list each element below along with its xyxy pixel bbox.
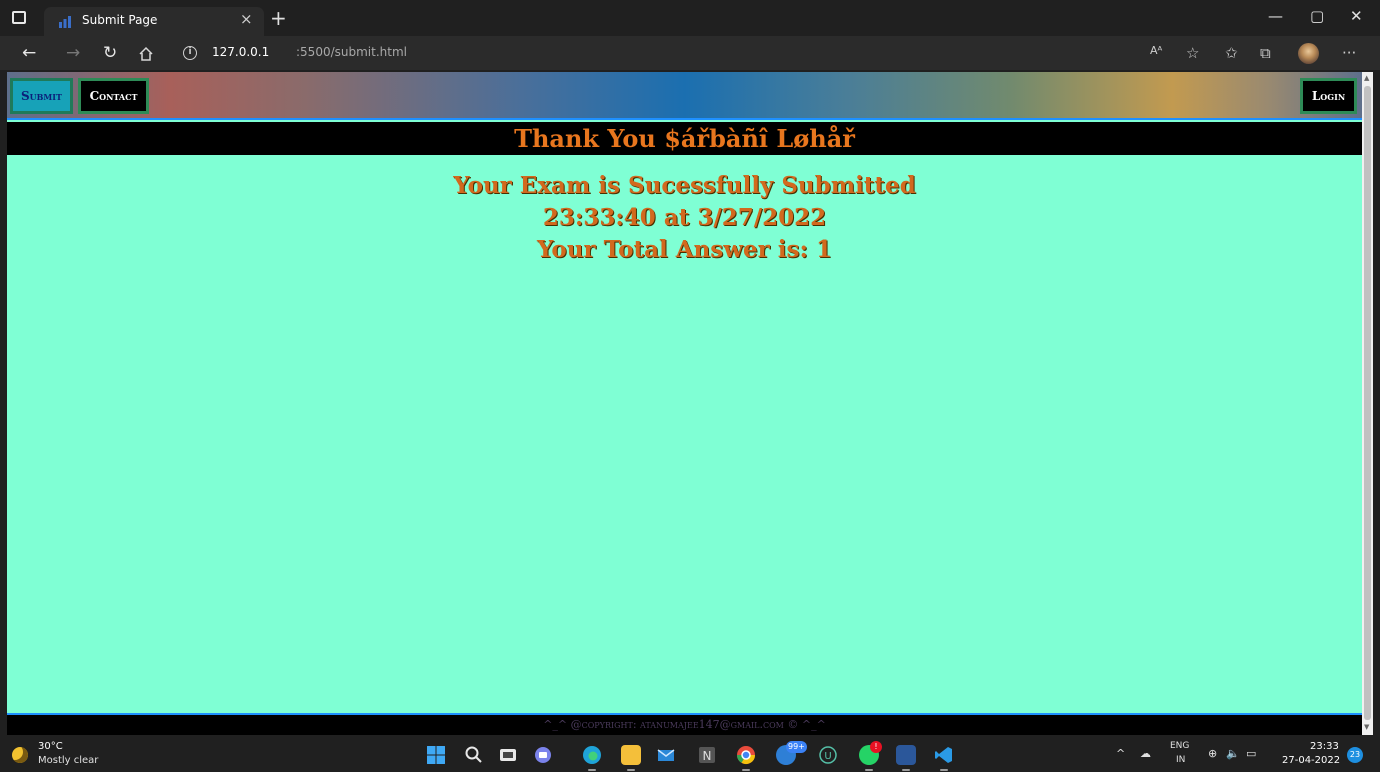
windows-taskbar: 30°C Mostly clear N 99+ U ! ^ ☁ ENG IN ⊕… bbox=[0, 737, 1380, 772]
address-bar[interactable]: i 127.0.0.1 :5500/submit.html bbox=[172, 40, 1317, 66]
clock-time: 23:33 bbox=[1310, 741, 1339, 752]
vscode-icon[interactable] bbox=[934, 745, 954, 771]
region-code: IN bbox=[1176, 755, 1186, 765]
whatsapp-icon[interactable]: ! bbox=[859, 741, 882, 771]
minimize-button[interactable]: — bbox=[1268, 7, 1283, 25]
url-path: :5500/submit.html bbox=[296, 45, 407, 59]
tab-title: Submit Page bbox=[82, 13, 158, 27]
refresh-icon[interactable]: ↻ bbox=[103, 43, 117, 63]
edge-logo-icon bbox=[583, 746, 601, 764]
forward-icon[interactable]: → bbox=[66, 43, 80, 63]
word-icon[interactable] bbox=[896, 745, 916, 771]
add-favorite-icon[interactable]: ☆ bbox=[1186, 44, 1199, 62]
nav-login-button[interactable]: Login bbox=[1300, 78, 1357, 114]
chat-icon[interactable] bbox=[533, 745, 553, 765]
volume-icon[interactable]: 🔈 bbox=[1226, 747, 1240, 760]
tab-close-icon[interactable]: × bbox=[240, 10, 253, 28]
battery-icon[interactable]: ▭ bbox=[1246, 747, 1256, 760]
thank-you-heading: Thank You $ářbàñî Løhåř bbox=[514, 124, 855, 153]
back-icon[interactable]: ← bbox=[22, 43, 36, 63]
vscode-logo-icon bbox=[935, 747, 952, 763]
weather-temperature: 30°C bbox=[38, 741, 63, 752]
weather-description: Mostly clear bbox=[38, 755, 99, 766]
search-icon[interactable] bbox=[464, 745, 484, 765]
scroll-up-icon[interactable]: ▲ bbox=[1364, 74, 1369, 82]
teams-chat-icon[interactable]: 99+ bbox=[776, 741, 807, 765]
url-host: 127.0.0.1 bbox=[212, 45, 270, 59]
more-menu-icon[interactable]: ··· bbox=[1342, 44, 1356, 62]
page-favicon-icon bbox=[59, 16, 71, 28]
mail-icon[interactable] bbox=[656, 745, 676, 765]
task-view-icon[interactable] bbox=[498, 745, 518, 765]
scroll-down-icon[interactable]: ▼ bbox=[1364, 723, 1369, 731]
u-app-icon[interactable]: U bbox=[818, 745, 838, 765]
total-answers: Your Total Answer is: 1 bbox=[537, 236, 832, 263]
chrome-icon[interactable] bbox=[736, 745, 756, 771]
alert-badge: ! bbox=[870, 741, 882, 753]
scroll-thumb[interactable] bbox=[1364, 86, 1371, 720]
clock-date: 27-04-2022 bbox=[1282, 755, 1341, 766]
profile-avatar[interactable] bbox=[1298, 43, 1319, 64]
nav-submit-button[interactable]: Submit bbox=[10, 78, 73, 114]
svg-text:N: N bbox=[703, 749, 712, 763]
close-window-button[interactable]: ✕ bbox=[1350, 7, 1363, 25]
chrome-logo-icon bbox=[737, 746, 755, 765]
window-menu-icon[interactable] bbox=[12, 11, 26, 24]
browser-titlebar: Submit Page × + — ▢ ✕ bbox=[0, 0, 1380, 36]
collections-icon[interactable]: ⧉ bbox=[1260, 44, 1271, 62]
page-footer: ^_^ @copyright: atanumajee147@gmail.com … bbox=[7, 713, 1362, 735]
thank-you-banner: Thank You $ářbàñî Løhåř bbox=[7, 122, 1362, 155]
submission-status: Your Exam is Sucessfully Submitted bbox=[453, 172, 916, 199]
network-icon[interactable]: ⊕ bbox=[1208, 747, 1217, 760]
home-icon[interactable] bbox=[138, 46, 154, 62]
read-aloud-icon[interactable]: Aᴬ bbox=[1150, 44, 1162, 57]
svg-text:U: U bbox=[824, 751, 831, 762]
show-hidden-icons[interactable]: ^ bbox=[1116, 747, 1125, 760]
moon-cloud-icon bbox=[12, 747, 28, 763]
language-code: ENG bbox=[1170, 741, 1190, 751]
maximize-button[interactable]: ▢ bbox=[1310, 7, 1324, 25]
favorites-icon[interactable]: ✩ bbox=[1225, 44, 1238, 62]
submission-message: Your Exam is Sucessfully Submitted 23:33… bbox=[7, 170, 1362, 266]
notepad-icon[interactable]: N bbox=[697, 745, 717, 765]
submission-timestamp: 23:33:40 at 3/27/2022 bbox=[542, 204, 827, 231]
nav-contact-button[interactable]: Contact bbox=[78, 78, 149, 114]
notification-center-icon[interactable]: 23 bbox=[1347, 747, 1363, 763]
notification-badge: 99+ bbox=[786, 741, 807, 753]
site-navbar: Submit Contact Login bbox=[7, 72, 1362, 120]
edge-browser-icon[interactable] bbox=[582, 745, 602, 771]
page-viewport: Submit Contact Login Thank You $ářbàñî L… bbox=[7, 72, 1362, 735]
page-scrollbar[interactable]: ▲ ▼ bbox=[1362, 72, 1373, 735]
browser-toolbar: ← → ↻ i 127.0.0.1 :5500/submit.html Aᴬ ☆… bbox=[0, 36, 1380, 70]
tab-submit-page[interactable]: Submit Page × bbox=[44, 7, 264, 36]
file-explorer-icon[interactable] bbox=[621, 745, 641, 771]
start-icon[interactable] bbox=[426, 745, 446, 765]
cloud-tray-icon[interactable]: ☁ bbox=[1140, 747, 1151, 760]
site-info-icon[interactable]: i bbox=[183, 46, 197, 60]
new-tab-button[interactable]: + bbox=[270, 6, 287, 30]
